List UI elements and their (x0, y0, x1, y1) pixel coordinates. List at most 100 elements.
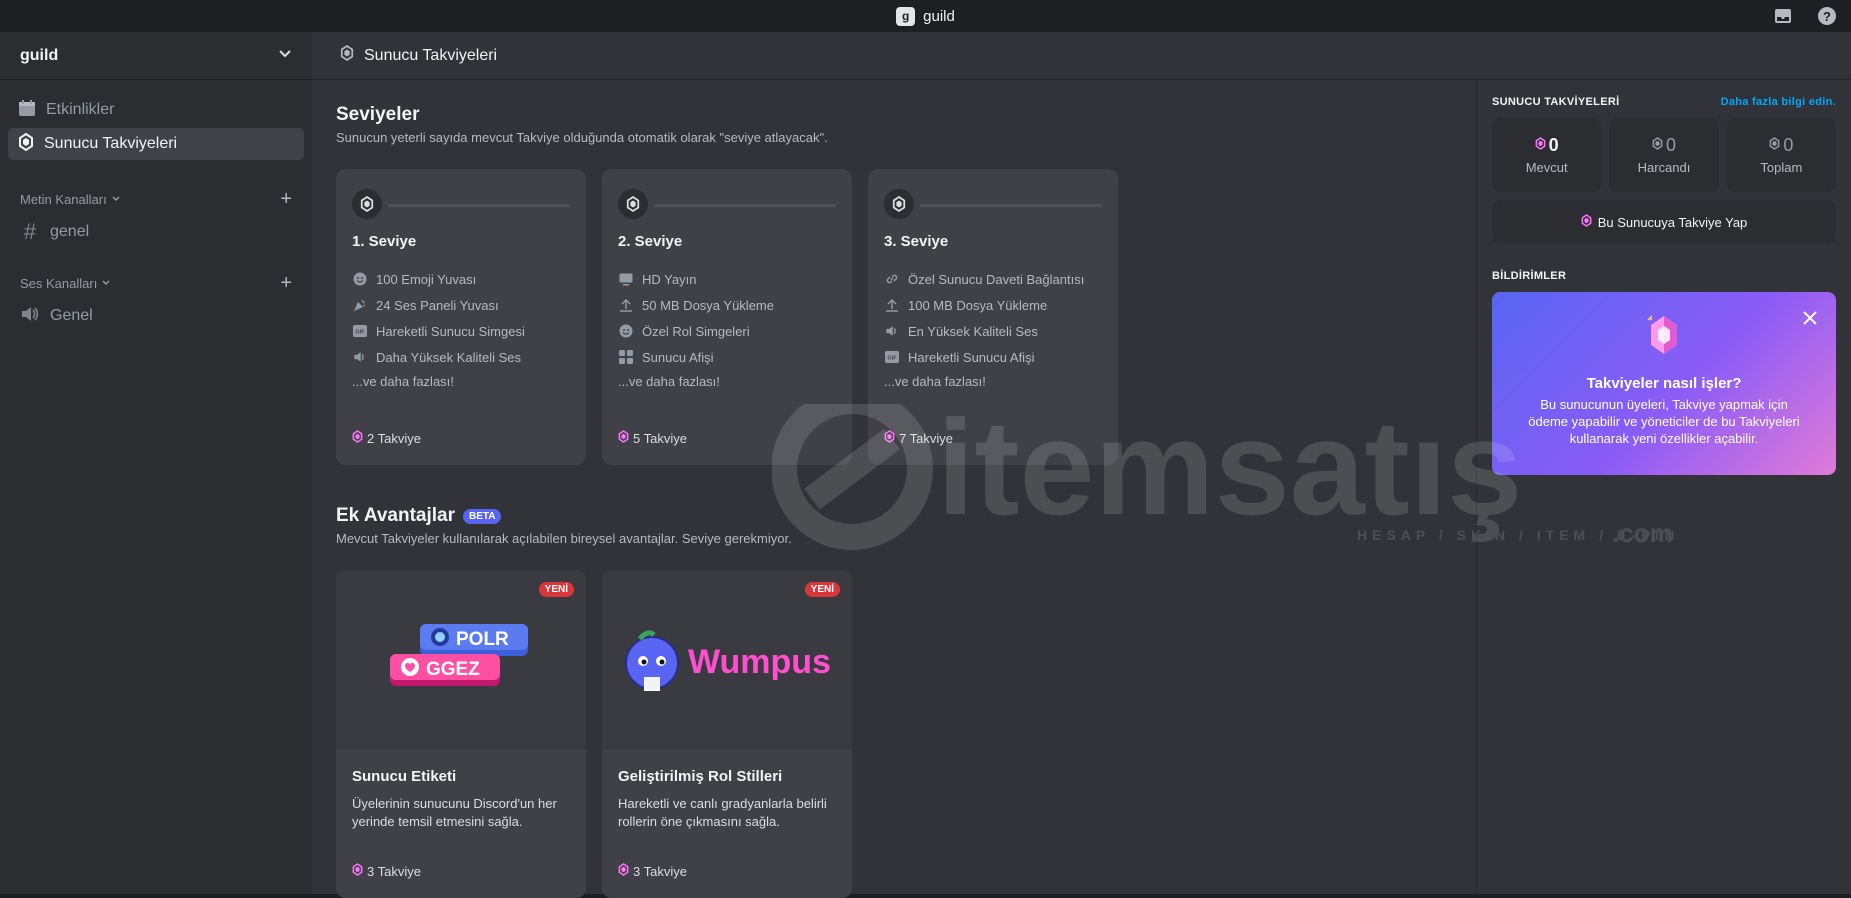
boost-pink-gem-icon (1581, 213, 1592, 231)
notifications-title: BİLDİRİMLER (1492, 270, 1567, 282)
boost-server-button[interactable]: Bu Sunucuya Takviye Yap (1492, 200, 1836, 244)
category-label: Ses Kanalları (20, 275, 98, 291)
help-icon[interactable]: ? (1817, 6, 1837, 26)
extras-title: Ek Avantajlar BETA (336, 505, 1452, 527)
extras-subtitle: Mevcut Takviyeler kullanılarak açılabile… (336, 531, 792, 546)
perk-label: Sunucu Afişi (642, 349, 714, 365)
perk-description: Hareketli ve canlı gradyanlarla belirli … (618, 796, 827, 829)
category-voice-channels[interactable]: Ses Kanalları + (0, 273, 312, 293)
channel-item-voice-genel[interactable]: Genel (8, 300, 304, 332)
perk-cost-label: 3 Takviye (633, 863, 687, 879)
stat-value: 0 (1535, 135, 1559, 156)
svg-text:GIF: GIF (887, 356, 897, 362)
perk-item: Özel Rol Simgeleri (618, 318, 836, 344)
boost-pink-gem-icon (1535, 135, 1546, 156)
boosts-content: Seviyeler Sunucun yeterli sayıda mevcut … (312, 80, 1476, 898)
tier-cost-label: 7 Takviye (899, 430, 953, 446)
perk-description: Üyelerinin sunucunu Discord'un her yerin… (352, 796, 557, 829)
perk-item: En Yüksek Kaliteli Ses (884, 318, 1102, 344)
new-badge: YENİ (538, 582, 574, 597)
guild-avatar-icon: g (896, 6, 916, 26)
perk-label: Hareketli Sunucu Simgesi (376, 323, 525, 339)
page-header: Sunucu Takviyeleri (312, 32, 1851, 80)
perk-item: GIF Hareketli Sunucu Afişi (884, 344, 1102, 370)
tier-cost: 5 Takviye (618, 429, 687, 447)
emoji-icon (352, 271, 368, 287)
perk-label: Daha Yüksek Kaliteli Ses (376, 349, 522, 365)
boost-summary-panel: SUNUCU TAKVİYELERİ Daha fazla bilgi edin… (1476, 80, 1851, 894)
perk-item: 50 MB Dosya Yükleme (618, 292, 836, 318)
wumpus-text: Wumpus (688, 643, 831, 681)
category-text-channels[interactable]: Metin Kanalları + (0, 189, 312, 209)
tag-ggez-text: GGEZ (426, 659, 480, 680)
boost-button-label: Bu Sunucuya Takviye Yap (1597, 214, 1748, 230)
levels-title-text: Seviyeler (336, 104, 420, 125)
stat-available: 0 Mevcut (1492, 118, 1602, 192)
inbox-icon[interactable] (1773, 6, 1793, 26)
stat-number: 0 (1548, 135, 1559, 155)
tier-name: 3. Seviye (884, 233, 949, 250)
boost-gem-icon (1769, 135, 1780, 156)
add-channel-icon[interactable]: + (280, 189, 292, 209)
perk-label: Özel Sunucu Daveti Bağlantısı (908, 271, 1085, 287)
chevron-down-icon (101, 276, 111, 291)
tier-cost-label: 2 Takviye (367, 430, 421, 446)
channel-label: genel (50, 223, 90, 240)
speaker-icon (884, 323, 900, 339)
more-perks-text: ...ve daha fazlası! (352, 374, 454, 389)
category-label: Metin Kanalları (20, 191, 107, 207)
tier-gem-icon (352, 189, 382, 219)
sidebar-item-server-boosts[interactable]: Sunucu Takviyeleri (8, 128, 304, 160)
stat-value: 0 (1652, 135, 1676, 156)
sidebar-item-label: Etkinlikler (46, 101, 115, 118)
perk-label: 100 Emoji Yuvası (376, 271, 477, 287)
upload-icon (618, 297, 634, 313)
perk-item: HD Yayın (618, 266, 836, 292)
page-title: Sunucu Takviyeleri (364, 46, 498, 64)
title-bar: g guild ? (0, 0, 1851, 32)
perk-item: Sunucu Afişi (618, 344, 836, 370)
close-icon[interactable] (1802, 306, 1818, 332)
perk-item: Daha Yüksek Kaliteli Ses (352, 344, 570, 370)
boost-stats: 0 Mevcut 0 Harcandı 0 Toplam (1492, 118, 1836, 192)
guild-header[interactable]: guild (0, 32, 312, 80)
more-perks-text: ...ve daha fazlası! (618, 374, 720, 389)
extras-title-text: Ek Avantajlar (336, 505, 455, 526)
server-tag-art: YENİ POLR GGEZ (336, 570, 586, 750)
perk-item: 100 Emoji Yuvası (352, 266, 570, 292)
stat-number: 0 (1783, 135, 1794, 155)
svg-text:GIF: GIF (355, 330, 365, 336)
perk-label: Hareketli Sunucu Afişi (908, 349, 1035, 365)
perk-card-role-styles[interactable]: YENİ Wumpus Geliştirilmiş Rol Stilleri H… (602, 570, 852, 898)
channel-item-genel[interactable]: # genel (8, 216, 304, 248)
chevron-down-icon (111, 192, 121, 207)
tier-progress-track (920, 204, 1102, 207)
gif-icon: GIF (352, 323, 368, 339)
perk-title: Geliştirilmiş Rol Stilleri (618, 768, 783, 785)
tier-gem-icon (618, 189, 648, 219)
wumpus-illustration: Wumpus (625, 630, 831, 691)
perk-card-server-tag[interactable]: YENİ POLR GGEZ Sunucu Etiketi Üyelerinin… (336, 570, 586, 898)
tier-gem-icon (884, 189, 914, 219)
tier-cost: 2 Takviye (352, 429, 421, 447)
stat-number: 0 (1665, 135, 1676, 155)
stat-total: 0 Toplam (1726, 118, 1836, 192)
svg-text:?: ? (1823, 9, 1831, 24)
learn-more-link[interactable]: Daha fazla bilgi edin. (1721, 96, 1836, 108)
link-icon (884, 271, 900, 287)
perk-cost: 3 Takviye (352, 862, 421, 880)
window-title-text: guild (923, 7, 955, 25)
add-channel-icon[interactable]: + (280, 273, 292, 293)
text-channel-icon: # (23, 219, 37, 244)
boost-pink-gem-icon (618, 429, 629, 447)
perk-item: GIF Hareketli Sunucu Simgesi (352, 318, 570, 344)
notification-heading: Takviyeler nasıl işler? (1586, 375, 1742, 392)
tier-name: 1. Seviye (352, 233, 417, 250)
stat-label: Harcandı (1637, 160, 1691, 175)
tier-progress-track (388, 204, 570, 207)
role-styles-art: YENİ Wumpus (602, 570, 852, 750)
stat-value: 0 (1769, 135, 1793, 156)
levels-title: Seviyeler (336, 104, 1452, 126)
tier-cost: 7 Takviye (884, 429, 953, 447)
sidebar-item-events[interactable]: Etkinlikler (8, 94, 304, 126)
